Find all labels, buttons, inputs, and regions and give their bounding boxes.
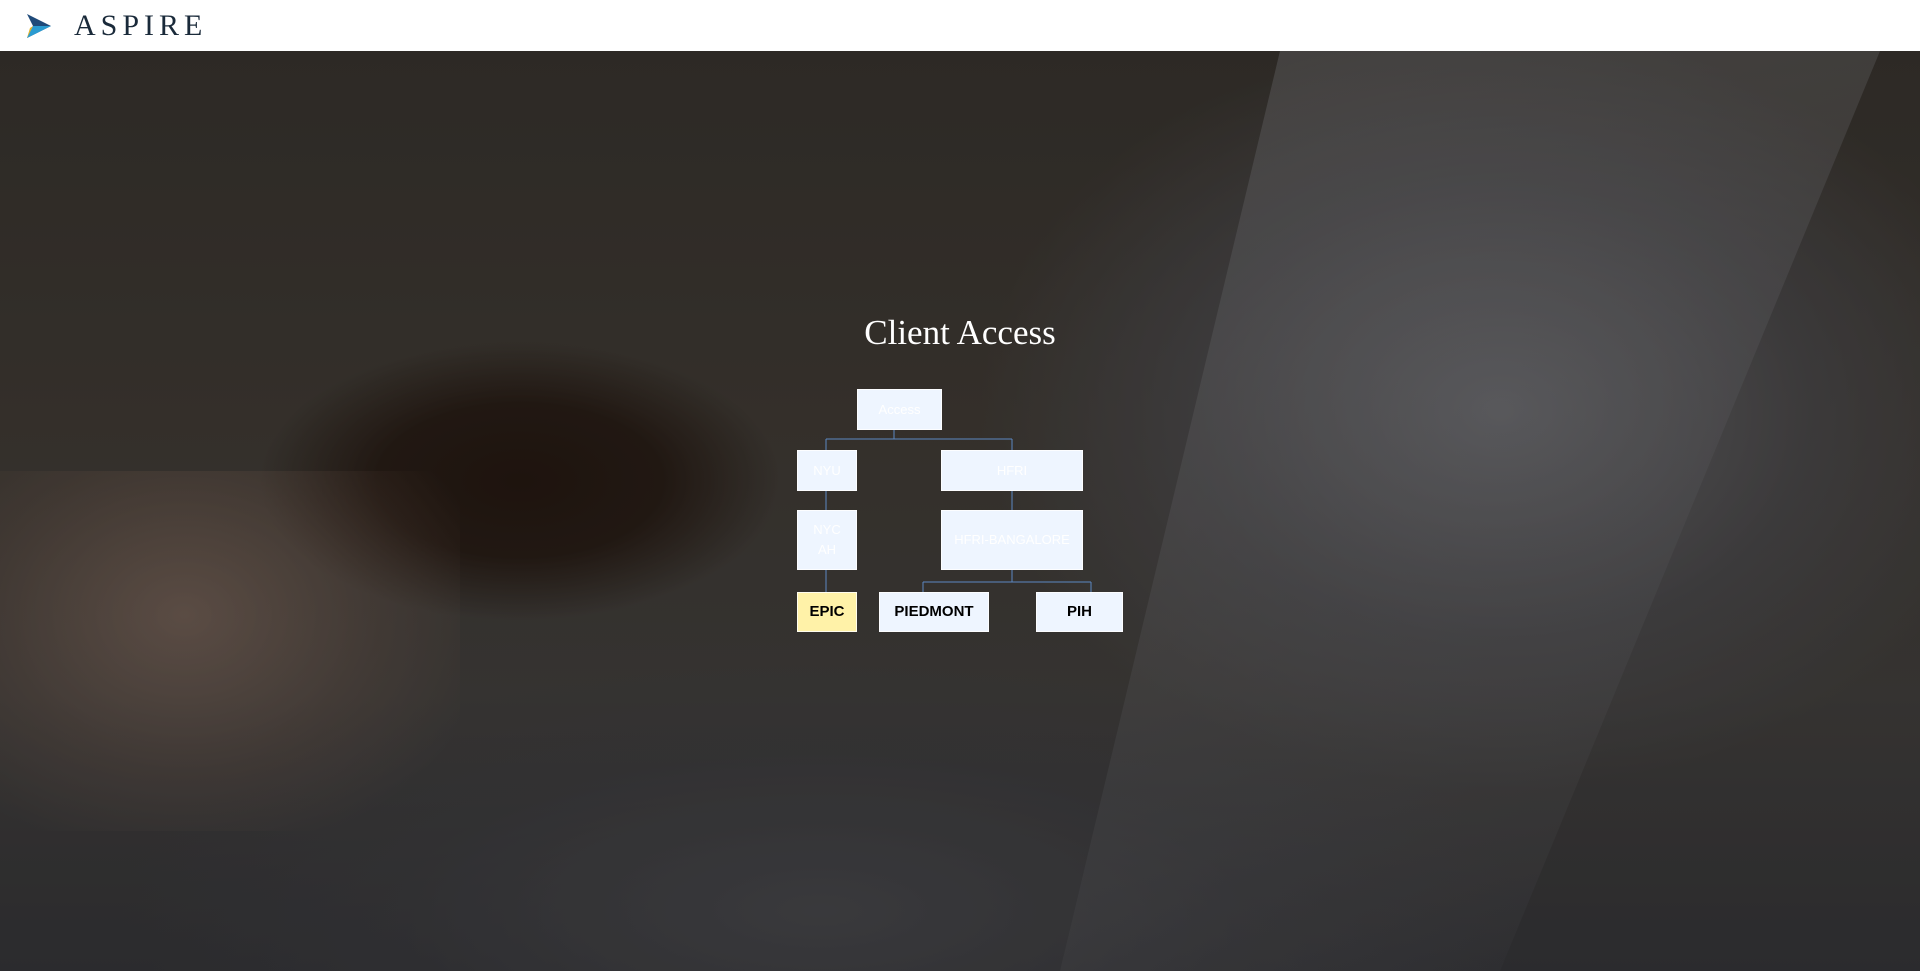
app-header: ASPIRE bbox=[0, 0, 1920, 51]
tree-node-nyu[interactable]: NYU bbox=[797, 450, 857, 491]
tree-node-access[interactable]: Access bbox=[857, 389, 942, 430]
page-title: Client Access bbox=[864, 313, 1056, 352]
tree-node-nyc-ah[interactable]: NYC AH bbox=[797, 510, 857, 570]
tree-node-epic[interactable]: EPIC bbox=[797, 592, 857, 632]
tree-node-pih[interactable]: PIH bbox=[1036, 592, 1123, 632]
tree-node-piedmont[interactable]: PIEDMONT bbox=[879, 592, 989, 632]
tree-node-nyc-ah-label: NYC AH bbox=[813, 522, 841, 557]
tree-node-hfri-bangalore[interactable]: HFRI-BANGALORE bbox=[941, 510, 1083, 570]
brand-name: ASPIRE bbox=[74, 8, 208, 42]
brand-logo[interactable]: ASPIRE bbox=[24, 9, 207, 43]
play-triangle-icon bbox=[27, 13, 51, 38]
tree-node-hfri[interactable]: HFRI bbox=[941, 450, 1083, 491]
